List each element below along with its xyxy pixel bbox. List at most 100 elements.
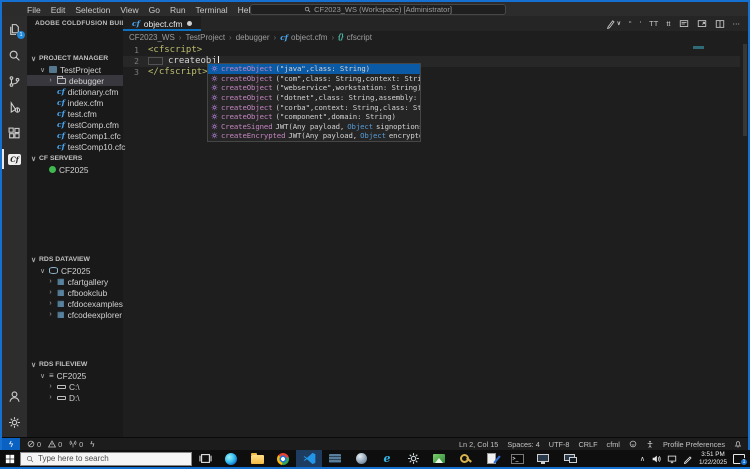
menu-file[interactable]: File xyxy=(22,5,46,15)
breadcrumb-testproject[interactable]: TestProject xyxy=(185,33,225,42)
activity-scm-icon[interactable] xyxy=(2,68,27,94)
status-notifications[interactable] xyxy=(734,440,742,448)
command-center-search[interactable]: CF2023_WS (Workspace) [Administrator] xyxy=(250,4,506,15)
taskbar-edge-icon[interactable] xyxy=(218,450,244,467)
tree-item-d[interactable]: › D:\ xyxy=(27,392,123,403)
more-actions-icon[interactable]: ⋯ xyxy=(733,19,741,28)
taskbar-search-input[interactable]: Type here to search xyxy=(20,451,192,466)
activity-search-icon[interactable] xyxy=(2,42,27,68)
section-header-rds-dataview[interactable]: ∨ RDS DATAVIEW xyxy=(27,254,123,265)
tree-item-test-cfm[interactable]: cf test.cfm xyxy=(27,108,123,119)
tree-item-dictionary-cfm[interactable]: cf dictionary.cfm xyxy=(27,86,123,97)
taskbar-chrome-icon[interactable] xyxy=(270,450,296,467)
tray-network-monitor-icon[interactable] xyxy=(667,454,677,464)
suggestion-item-7[interactable]: createEncrypted JWT(Any payload, Object e… xyxy=(208,131,420,141)
open-preview-icon[interactable] xyxy=(697,19,707,29)
tree-item-c[interactable]: › C:\ xyxy=(27,381,123,392)
status-language-mode[interactable]: cfml xyxy=(607,440,620,449)
status-cursor-position[interactable]: Ln 2, Col 15 xyxy=(459,440,498,449)
clock[interactable]: 3:51 PM 1/22/2025 xyxy=(699,451,727,466)
section-header-rds-fileview[interactable]: ∨ RDS FILEVIEW xyxy=(27,359,123,370)
taskbar-ie-icon[interactable]: e xyxy=(374,450,400,467)
activity-cf-builder-icon[interactable]: Cf xyxy=(2,146,27,172)
breadcrumb-debugger[interactable]: debugger xyxy=(236,33,270,42)
tree-item-cf2025[interactable]: ∨ ≡ CF2025 xyxy=(27,370,123,381)
double-quote-icon[interactable]: “ xyxy=(629,19,632,28)
suggestion-item-3[interactable]: createObject ("dotnet",class: String,asse… xyxy=(208,93,420,103)
suggestion-item-5[interactable]: createObject ("component",domain: String) xyxy=(208,112,420,122)
status-feedback[interactable] xyxy=(629,440,637,448)
taskbar-file-explorer-icon[interactable] xyxy=(244,450,270,467)
tray-hidden-icons-icon[interactable]: ∧ xyxy=(640,455,645,463)
uppercase-icon[interactable]: TT xyxy=(649,19,658,28)
modified-dot-icon[interactable] xyxy=(186,21,192,26)
preview-icon[interactable] xyxy=(679,19,689,29)
editor-scrollbar[interactable] xyxy=(743,44,747,136)
menu-run[interactable]: Run xyxy=(165,5,191,15)
code-editor[interactable]: 1 <cfscript> 2 createobj 3 </cfscript> create… xyxy=(123,44,748,437)
suggestion-item-4[interactable]: createObject ("corba",context: String,cla… xyxy=(208,102,420,112)
menu-terminal[interactable]: Terminal xyxy=(191,5,233,15)
suggestion-item-2[interactable]: createObject ("webservice",workstation: S… xyxy=(208,83,420,93)
activity-account-icon[interactable] xyxy=(2,383,27,409)
tree-item-testcomp-cfm[interactable]: cf testComp.cfm xyxy=(27,119,123,130)
tree-item-cf2025[interactable]: CF2025 xyxy=(27,164,123,175)
status-eol[interactable]: CRLF xyxy=(578,440,597,449)
tree-item-testcomp1-cfc[interactable]: cf testComp1.cfc xyxy=(27,130,123,141)
status-profile-preferences[interactable]: Profile Preferences xyxy=(663,440,725,449)
menu-selection[interactable]: Selection xyxy=(70,5,115,15)
cfml-run-config-icon[interactable]: ∨ xyxy=(606,19,621,29)
tree-item-cfdocexamples[interactable]: › ▦ cfdocexamples xyxy=(27,298,123,309)
taskbar-computer-icon[interactable] xyxy=(530,450,556,467)
breadcrumb-cf2023-ws[interactable]: CF2023_WS xyxy=(129,33,175,42)
taskbar-task-view-icon[interactable] xyxy=(192,450,218,467)
status-encoding[interactable]: UTF-8 xyxy=(549,440,570,449)
activity-debug-icon[interactable] xyxy=(2,94,27,120)
taskbar-photos-icon[interactable] xyxy=(426,450,452,467)
lowercase-icon[interactable]: tt xyxy=(666,19,670,28)
single-quote-icon[interactable]: ‘ xyxy=(639,19,641,28)
status-cf-server-status[interactable]: ϟ xyxy=(90,440,94,449)
action-center-icon[interactable]: 1 xyxy=(733,453,748,466)
menu-edit[interactable]: Edit xyxy=(46,5,71,15)
tab-object-cfm[interactable]: cf object.cfm xyxy=(123,16,201,31)
status-errors-count[interactable]: 0 xyxy=(27,440,41,449)
taskbar-vscode-icon[interactable] xyxy=(296,450,322,467)
breadcrumb-object-cfm[interactable]: cf object.cfm xyxy=(280,33,327,42)
remote-indicator[interactable]: ϟ xyxy=(2,438,20,450)
taskbar-key-icon[interactable] xyxy=(452,450,478,467)
suggestion-item-6[interactable]: CreateSigned JWT(Any payload, Object sign… xyxy=(208,122,420,132)
tree-item-testcomp10-cfc[interactable]: cf testComp10.cfc xyxy=(27,141,125,152)
tray-volume-icon[interactable] xyxy=(651,454,661,464)
tree-item-cfbookclub[interactable]: › ▦ cfbookclub xyxy=(27,287,123,298)
taskbar-network-computer-icon[interactable] xyxy=(556,450,582,467)
tree-item-cfartgallery[interactable]: › ▦ cfartgallery xyxy=(27,276,123,287)
suggestion-item-1[interactable]: createObject ("com",class: String,context… xyxy=(208,74,420,84)
section-header-cf-servers[interactable]: ∨ CF SERVERS xyxy=(27,153,123,164)
taskbar-cmd-icon[interactable]: >_ xyxy=(504,450,530,467)
taskbar-server-stack-icon[interactable] xyxy=(322,450,348,467)
status-ports-count[interactable]: 0 xyxy=(69,440,83,449)
menu-go[interactable]: Go xyxy=(144,5,165,15)
split-editor-icon[interactable] xyxy=(715,19,725,29)
taskbar-sphere-icon[interactable] xyxy=(348,450,374,467)
taskbar-notepad-icon[interactable] xyxy=(478,450,504,467)
tree-item-cfcodeexplorer[interactable]: › ▦ cfcodeexplorer xyxy=(27,309,123,320)
activity-extensions-icon[interactable] xyxy=(2,120,27,146)
status-warnings-count[interactable]: 0 xyxy=(48,440,62,449)
taskbar-services-icon[interactable] xyxy=(400,450,426,467)
tree-item-index-cfm[interactable]: cf index.cfm xyxy=(27,97,123,108)
status-indentation[interactable]: Spaces: 4 xyxy=(507,440,539,449)
section-header-project-manager[interactable]: ∨ PROJECT MANAGER xyxy=(27,53,123,64)
status-accessibility[interactable] xyxy=(646,440,654,448)
suggestion-item-0[interactable]: createObject ("java",class: String) xyxy=(208,64,420,74)
activity-files-icon[interactable]: 1 xyxy=(2,16,27,42)
code-line-1[interactable]: 1 <cfscript> xyxy=(123,44,748,55)
start-button[interactable] xyxy=(0,450,20,467)
tree-item-debugger[interactable]: › debugger xyxy=(27,75,123,86)
activity-gear-icon[interactable] xyxy=(2,409,27,435)
menu-view[interactable]: View xyxy=(115,5,143,15)
breadcrumb-cfscript[interactable]: {} cfscript xyxy=(338,33,372,42)
tray-pen-icon[interactable] xyxy=(683,454,693,464)
tree-item-testproject[interactable]: ∨ TestProject xyxy=(27,64,123,75)
